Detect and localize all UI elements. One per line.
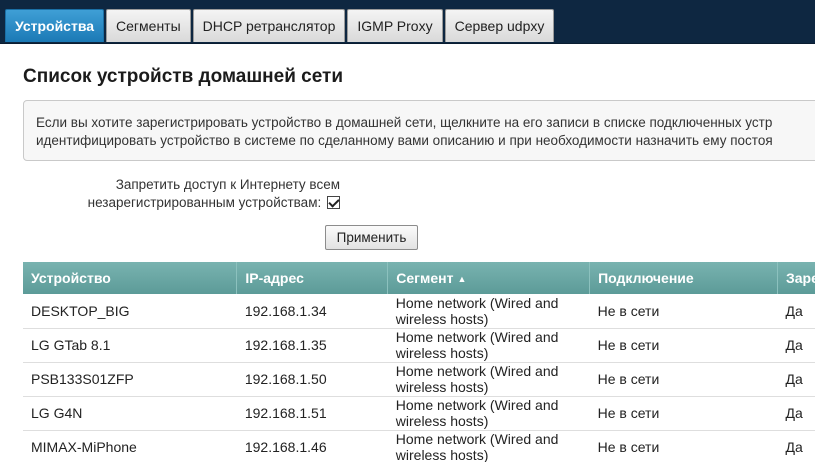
cell-device: MIMAX-MiPhone — [23, 430, 237, 462]
cell-connection: Не в сети — [589, 294, 778, 329]
option-label-line-1: Запретить доступ к Интернету всем — [115, 177, 340, 192]
tab-dhcp-relay[interactable]: DHCP ретранслятор — [192, 9, 346, 42]
tab-udpxy-server[interactable]: Сервер udpxy — [444, 9, 555, 42]
info-text-line-1: Если вы хотите зарегистрировать устройст… — [36, 115, 773, 130]
tab-segments[interactable]: Сегменты — [106, 9, 191, 42]
table-header-row: Устройство IP-адрес Сегмент ▲ Подключение… — [23, 262, 815, 294]
cell-ip: 192.168.1.35 — [236, 328, 388, 363]
table-row[interactable]: DESKTOP_BIG 192.168.1.34 Home network (W… — [23, 294, 815, 329]
column-header-device[interactable]: Устройство — [23, 262, 238, 294]
cell-connection: Не в сети — [589, 396, 778, 431]
column-header-segment[interactable]: Сегмент ▲ — [387, 262, 591, 294]
top-navigation-bar: Устройства Сегменты DHCP ретранслятор IG… — [0, 0, 815, 44]
block-unregistered-option: Запретить доступ к Интернету всем незаре… — [60, 176, 340, 212]
table-row[interactable]: LG GTab 8.1 192.168.1.35 Home network (W… — [23, 328, 815, 363]
cell-device: DESKTOP_BIG — [23, 294, 237, 329]
info-text-line-2: идентифицировать устройство в системе по… — [36, 133, 773, 148]
tab-devices[interactable]: Устройства — [5, 9, 105, 42]
cell-ip: 192.168.1.34 — [236, 294, 388, 329]
cell-ip: 192.168.1.50 — [236, 362, 388, 397]
column-header-connection[interactable]: Подключение — [589, 262, 778, 294]
cell-device: LG G4N — [23, 396, 237, 431]
cell-ip: 192.168.1.46 — [236, 430, 388, 462]
option-label-line-2: незарегистрированным устройствам: — [87, 195, 322, 210]
cell-registered: Да — [777, 294, 815, 329]
table-row[interactable]: LG G4N 192.168.1.51 Home network (Wired … — [23, 396, 815, 431]
cell-connection: Не в сети — [589, 362, 778, 397]
main-content: Список устройств домашней сети Если вы х… — [0, 44, 815, 462]
cell-ip: 192.168.1.51 — [236, 396, 388, 431]
cell-registered: Да — [777, 430, 815, 462]
tab-bar: Устройства Сегменты DHCP ретранслятор IG… — [5, 9, 556, 42]
column-header-ip[interactable]: IP-адрес — [236, 262, 389, 294]
device-table: Устройство IP-адрес Сегмент ▲ Подключение… — [23, 262, 815, 462]
info-box: Если вы хотите зарегистрировать устройст… — [23, 100, 815, 161]
cell-device: PSB133S01ZFP — [23, 362, 237, 397]
cell-segment: Home network (Wired and wireless hosts) — [387, 294, 590, 329]
table-row[interactable]: MIMAX-MiPhone 192.168.1.46 Home network … — [23, 430, 815, 462]
cell-segment: Home network (Wired and wireless hosts) — [387, 362, 590, 397]
cell-connection: Не в сети — [589, 328, 778, 363]
column-header-registered[interactable]: Заре — [777, 262, 815, 294]
cell-segment: Home network (Wired and wireless hosts) — [387, 328, 590, 363]
cell-registered: Да — [777, 396, 815, 431]
cell-registered: Да — [777, 328, 815, 363]
block-unregistered-checkbox[interactable] — [327, 196, 340, 209]
cell-registered: Да — [777, 362, 815, 397]
cell-connection: Не в сети — [589, 430, 778, 462]
sort-ascending-icon: ▲ — [457, 274, 467, 284]
page-title: Список устройств домашней сети — [23, 66, 344, 87]
cell-device: LG GTab 8.1 — [23, 328, 237, 363]
apply-button[interactable]: Применить — [325, 225, 418, 250]
tab-igmp-proxy[interactable]: IGMP Proxy — [347, 9, 443, 42]
table-row[interactable]: PSB133S01ZFP 192.168.1.50 Home network (… — [23, 362, 815, 397]
cell-segment: Home network (Wired and wireless hosts) — [387, 396, 590, 431]
cell-segment: Home network (Wired and wireless hosts) — [387, 430, 590, 462]
